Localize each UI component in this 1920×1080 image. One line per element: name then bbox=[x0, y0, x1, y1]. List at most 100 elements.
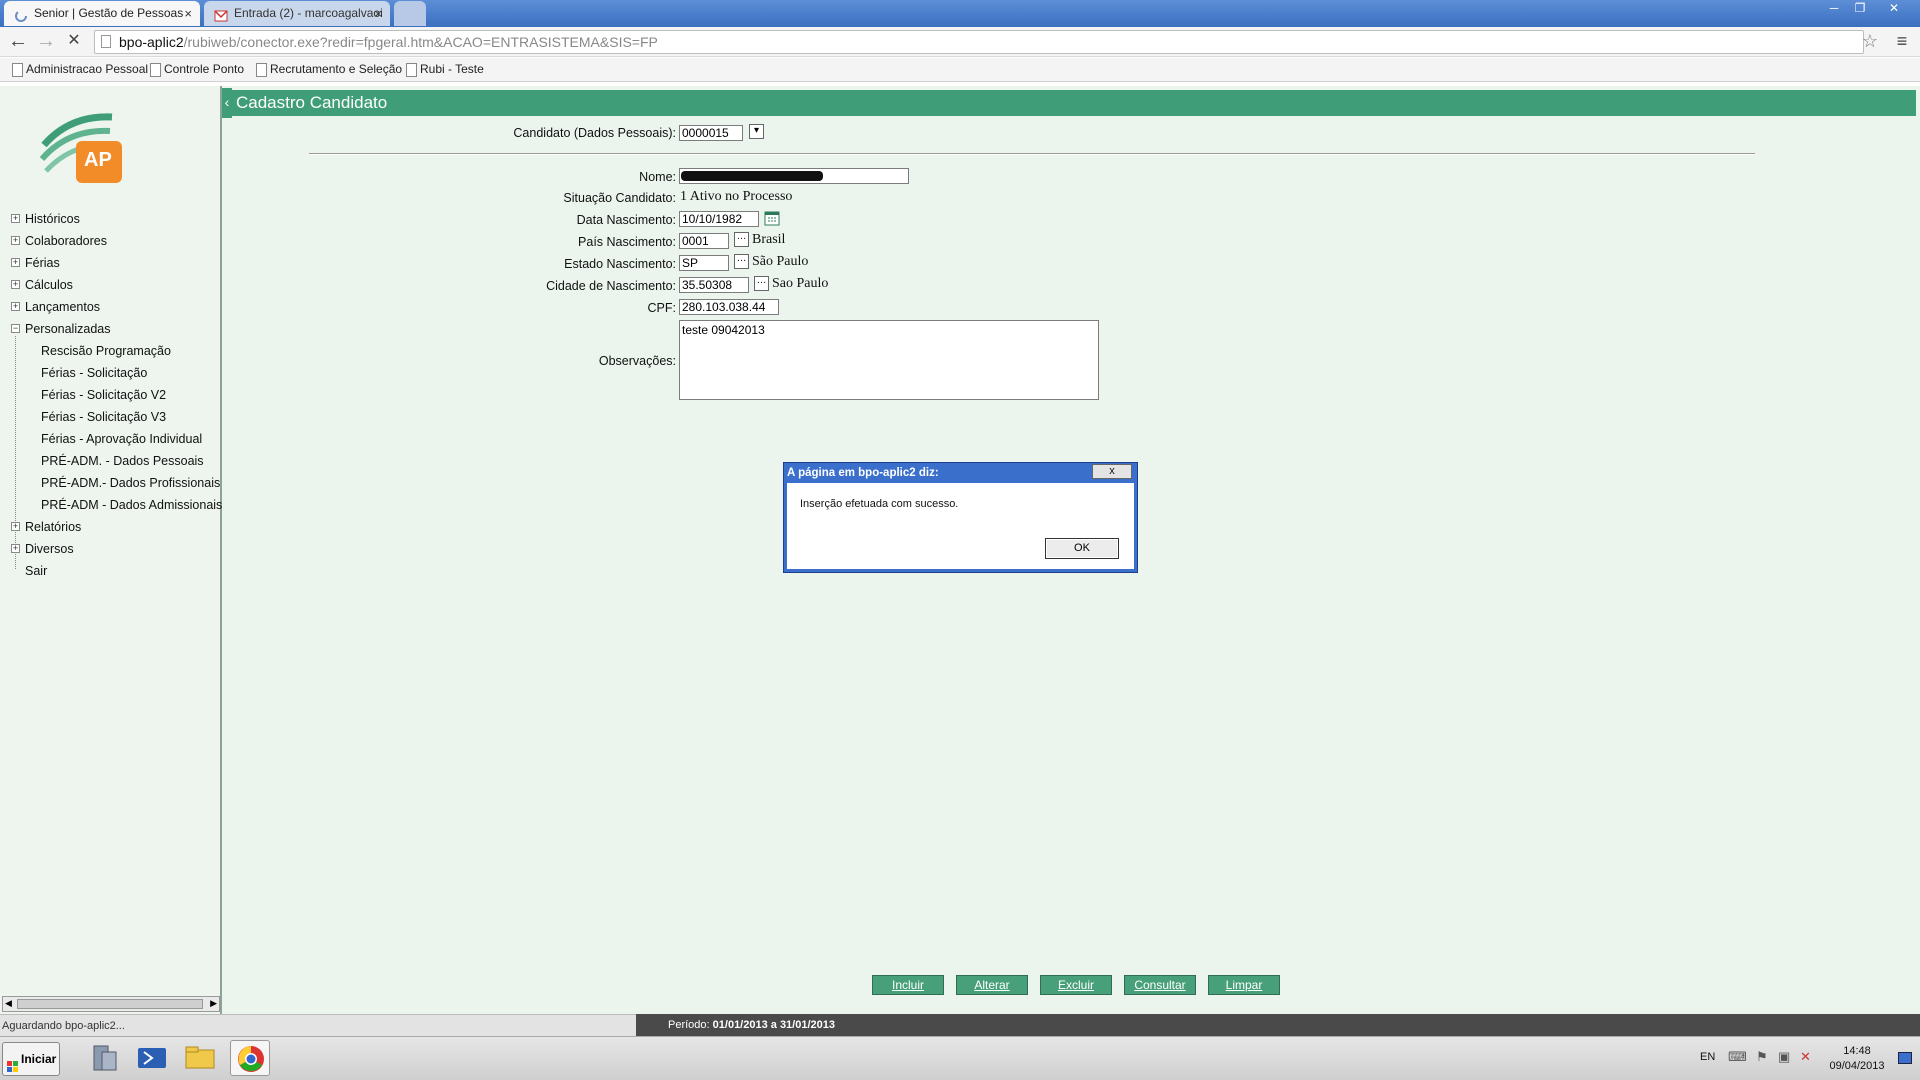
submenu-ferias-aprovacao[interactable]: Férias - Aprovação Individual bbox=[41, 432, 202, 446]
scroll-right-icon[interactable]: ▶ bbox=[210, 998, 217, 1009]
keyboard-icon[interactable]: ⌨ bbox=[1728, 1049, 1747, 1065]
close-tab-icon[interactable]: × bbox=[374, 1, 382, 26]
menu-historicos[interactable]: + Históricos bbox=[11, 212, 80, 226]
estado-input[interactable]: SP bbox=[679, 255, 729, 271]
dialog-close-button[interactable]: x bbox=[1092, 464, 1132, 479]
tab-gmail[interactable]: Entrada (2) - marcoagalvaoi × bbox=[204, 1, 390, 26]
bookmark-recrutamento[interactable]: Recrutamento e Seleção bbox=[254, 62, 402, 77]
expand-icon[interactable]: + bbox=[11, 258, 20, 267]
start-button[interactable]: Iniciar bbox=[2, 1042, 60, 1076]
menu-colaboradores[interactable]: + Colaboradores bbox=[11, 234, 107, 248]
scrollbar-thumb[interactable] bbox=[17, 999, 203, 1009]
powershell-icon[interactable] bbox=[132, 1040, 172, 1076]
menu-ferias[interactable]: + Férias bbox=[11, 256, 60, 270]
menu-label: Férias bbox=[25, 256, 60, 270]
action-center-flag-icon[interactable]: ⚑ bbox=[1756, 1049, 1768, 1065]
scroll-left-icon[interactable]: ◀ bbox=[5, 998, 12, 1009]
submenu-ferias-solicitacao-v2[interactable]: Férias - Solicitação V2 bbox=[41, 388, 166, 402]
bookmark-star-icon[interactable]: ☆ bbox=[1858, 30, 1882, 54]
bookmark-controle-ponto[interactable]: Controle Ponto bbox=[148, 62, 244, 77]
chrome-icon[interactable] bbox=[230, 1040, 270, 1076]
system-clock[interactable]: 14:48 09/04/2013 bbox=[1822, 1044, 1892, 1074]
bookmark-rubi-teste[interactable]: Rubi - Teste bbox=[404, 62, 484, 77]
show-desktop-icon[interactable] bbox=[1898, 1052, 1912, 1064]
calendar-icon[interactable] bbox=[764, 210, 780, 229]
submenu-rescisao[interactable]: Rescisão Programação bbox=[41, 344, 171, 358]
tab-label: Senior | Gestão de Pessoas bbox=[34, 6, 184, 20]
restore-icon[interactable]: ❐ bbox=[1848, 2, 1872, 17]
lookup-icon[interactable]: … bbox=[754, 276, 769, 291]
period-label: Período: bbox=[668, 1019, 710, 1031]
data-nascimento-input[interactable]: 10/10/1982 bbox=[679, 211, 759, 227]
nome-input[interactable] bbox=[679, 168, 909, 184]
menu-label: Cálculos bbox=[25, 278, 73, 292]
volume-muted-icon[interactable]: ✕ bbox=[1800, 1049, 1811, 1065]
file-explorer-icon[interactable] bbox=[180, 1040, 220, 1076]
menu-calculos[interactable]: + Cálculos bbox=[11, 278, 73, 292]
new-tab-button[interactable] bbox=[394, 1, 426, 26]
menu-lancamentos[interactable]: + Lançamentos bbox=[11, 300, 100, 314]
bookmark-administracao[interactable]: Administracao Pessoal bbox=[10, 62, 148, 77]
submenu-ferias-solicitacao-v3[interactable]: Férias - Solicitação V3 bbox=[41, 410, 166, 424]
cidade-input[interactable]: 35.50308 bbox=[679, 277, 749, 293]
page-loading-icon bbox=[14, 7, 28, 22]
dialog-ok-button[interactable]: OK bbox=[1045, 538, 1119, 559]
expand-icon[interactable]: + bbox=[11, 280, 20, 289]
limpar-button[interactable]: Limpar bbox=[1208, 975, 1280, 995]
data-nascimento-label: Data Nascimento: bbox=[576, 213, 676, 227]
alterar-button[interactable]: Alterar bbox=[956, 975, 1028, 995]
submenu-preadm-admissionais[interactable]: PRÉ-ADM - Dados Admissionais bbox=[41, 498, 222, 512]
dropdown-icon[interactable]: ▾ bbox=[749, 124, 764, 139]
menu-diversos[interactable]: + Diversos bbox=[11, 542, 74, 556]
estado-label: Estado Nascimento: bbox=[564, 257, 676, 271]
start-label: Iniciar bbox=[21, 1052, 57, 1066]
expand-icon[interactable]: + bbox=[11, 544, 20, 553]
menu-relatorios[interactable]: + Relatórios bbox=[11, 520, 81, 534]
lookup-icon[interactable]: … bbox=[734, 232, 749, 247]
lookup-icon[interactable]: … bbox=[734, 254, 749, 269]
close-tab-icon[interactable]: × bbox=[184, 1, 192, 26]
menu-sair[interactable]: Sair bbox=[25, 564, 47, 578]
cpf-label: CPF: bbox=[647, 301, 676, 315]
menu-label: Colaboradores bbox=[25, 234, 107, 248]
back-icon[interactable]: ← bbox=[6, 30, 30, 54]
submenu-ferias-solicitacao[interactable]: Férias - Solicitação bbox=[41, 366, 147, 380]
stop-loading-icon[interactable]: ✕ bbox=[62, 30, 86, 54]
expand-icon[interactable]: + bbox=[11, 302, 20, 311]
collapse-icon[interactable]: − bbox=[11, 324, 20, 333]
close-window-icon[interactable]: ✕ bbox=[1874, 2, 1914, 17]
tab-label: Entrada (2) - marcoagalvaoi bbox=[234, 6, 383, 20]
incluir-button[interactable]: Incluir bbox=[872, 975, 944, 995]
cpf-input[interactable]: 280.103.038.44 bbox=[679, 299, 779, 315]
redacted-mark bbox=[681, 171, 823, 181]
network-icon[interactable]: ▣ bbox=[1778, 1049, 1790, 1065]
candidato-input[interactable]: 0000015 bbox=[679, 125, 743, 141]
gmail-icon bbox=[214, 7, 228, 22]
server-manager-icon[interactable] bbox=[84, 1040, 124, 1076]
expand-icon[interactable]: + bbox=[11, 214, 20, 223]
separator bbox=[309, 153, 1755, 155]
menu-personalizadas[interactable]: − Personalizadas bbox=[11, 322, 111, 336]
minimize-icon[interactable]: ─ bbox=[1822, 2, 1846, 17]
excluir-button[interactable]: Excluir bbox=[1040, 975, 1112, 995]
observacoes-textarea[interactable]: teste 09042013 bbox=[679, 320, 1099, 400]
nome-label: Nome: bbox=[639, 170, 676, 184]
forward-icon[interactable]: → bbox=[34, 30, 58, 54]
language-indicator[interactable]: EN bbox=[1700, 1051, 1715, 1063]
pais-input[interactable]: 0001 bbox=[679, 233, 729, 249]
submenu-preadm-profissionais[interactable]: PRÉ-ADM.- Dados Profissionais bbox=[41, 476, 220, 490]
sidebar-scrollbar[interactable]: ◀ ▶ bbox=[2, 996, 220, 1012]
address-bar[interactable]: bpo-aplic2/rubiweb/conector.exe?redir=fp… bbox=[94, 30, 1864, 54]
consultar-button[interactable]: Consultar bbox=[1124, 975, 1196, 995]
candidato-label: Candidato (Dados Pessoais): bbox=[513, 126, 676, 140]
expand-icon[interactable]: + bbox=[11, 522, 20, 531]
submenu-preadm-pessoais[interactable]: PRÉ-ADM. - Dados Pessoais bbox=[41, 454, 204, 468]
ap-logo: AP bbox=[39, 105, 128, 187]
dialog-message: Inserção efetuada com sucesso. bbox=[800, 498, 959, 510]
observacoes-label: Observações: bbox=[598, 354, 676, 368]
menu-label: Personalizadas bbox=[25, 322, 111, 336]
collapse-sidebar-icon[interactable]: ‹ bbox=[222, 88, 232, 118]
menu-icon[interactable]: ≡ bbox=[1890, 30, 1914, 54]
tab-senior[interactable]: Senior | Gestão de Pessoas × bbox=[4, 1, 200, 26]
expand-icon[interactable]: + bbox=[11, 236, 20, 245]
